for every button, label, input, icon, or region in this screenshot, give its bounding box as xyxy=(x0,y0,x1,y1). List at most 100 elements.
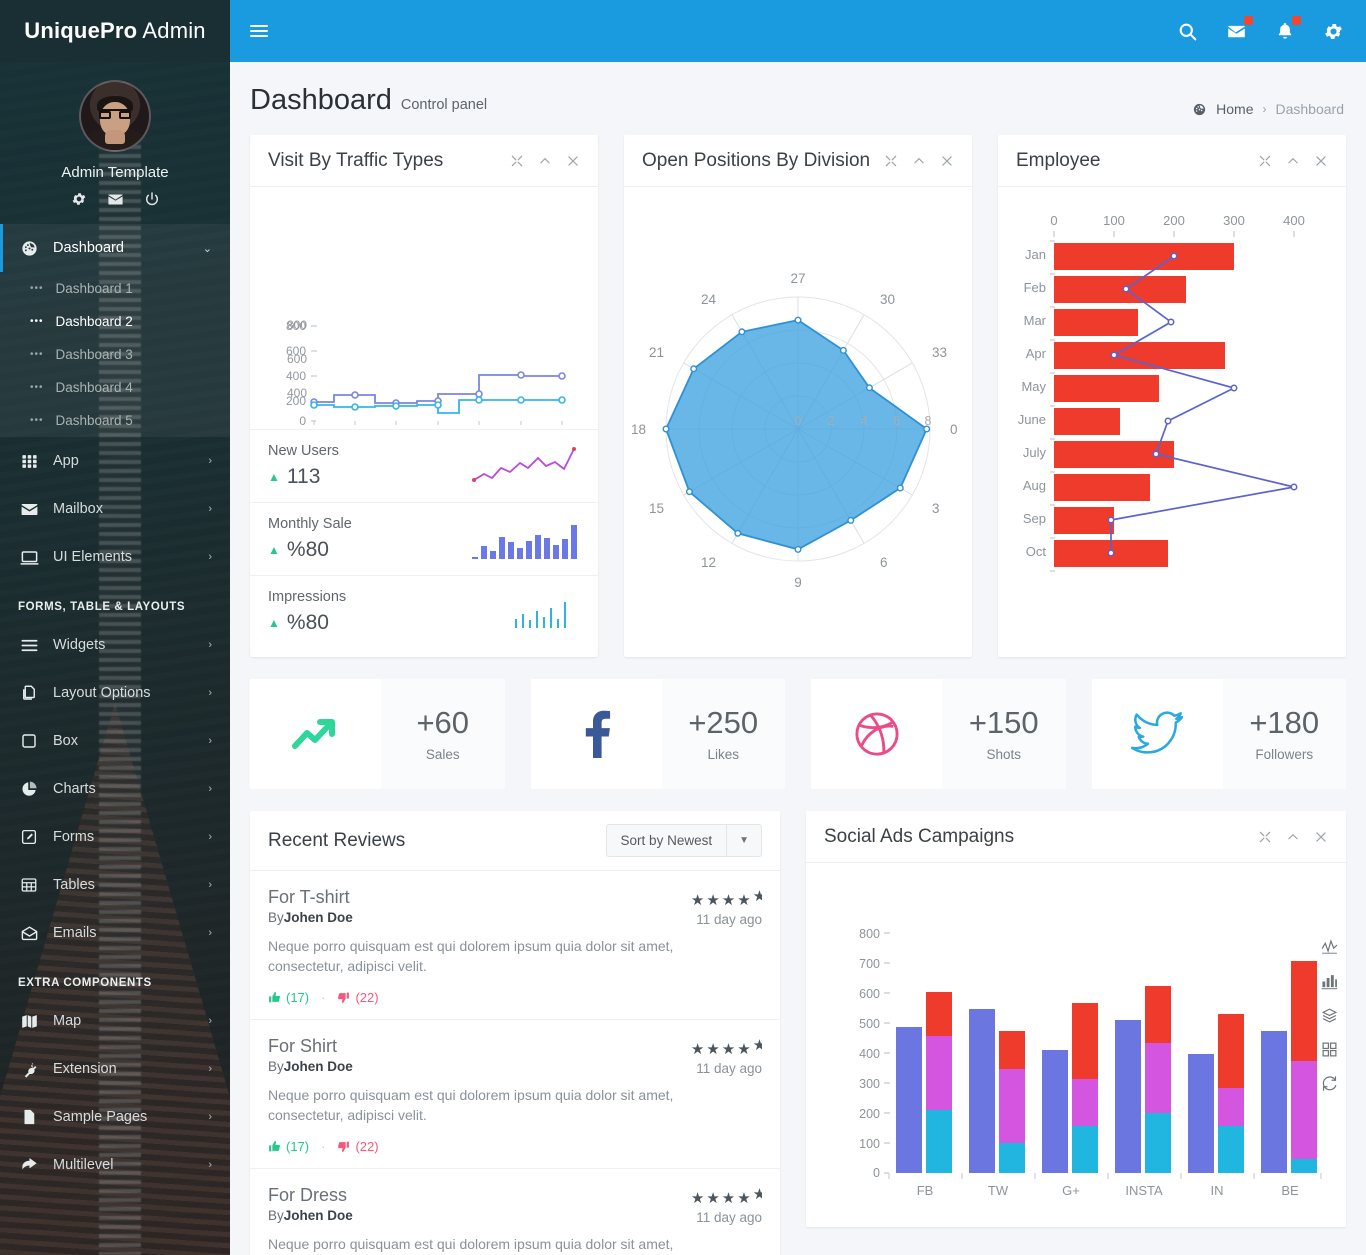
bottom-row: Recent Reviews Sort by Newest ▼ For T-sh… xyxy=(250,811,1346,1255)
sidebar-subitem-dashboard-3[interactable]: ••• Dashboard 3 xyxy=(0,338,230,371)
mail-icon[interactable] xyxy=(1226,15,1253,42)
thumbs-down-button[interactable]: (22) xyxy=(337,1139,379,1154)
review-item: For T-shirt ByJohen Doe ★★★★★ 11 day ago… xyxy=(250,871,780,1020)
sidebar-item-widgets[interactable]: Widgets › xyxy=(0,621,230,669)
sidebar-item-forms[interactable]: Forms › xyxy=(0,813,230,861)
sidebar-item-map[interactable]: Map › xyxy=(0,997,230,1045)
thumbs-up-button[interactable]: (17) xyxy=(268,1139,309,1154)
svg-text:0: 0 xyxy=(795,414,802,428)
social-tile-likes[interactable]: +250 Likes xyxy=(530,679,785,789)
bar-chart-icon[interactable] xyxy=(1321,973,1338,990)
stat-value: %80 xyxy=(286,611,329,634)
sidebar-item-multilevel[interactable]: Multilevel › xyxy=(0,1141,230,1189)
sidebar-subitem-dashboard-4[interactable]: ••• Dashboard 4 xyxy=(0,371,230,404)
social-tile-followers[interactable]: +180 Followers xyxy=(1091,679,1346,789)
svg-text:Sep: Sep xyxy=(1023,511,1046,526)
chevron-right-icon: › xyxy=(208,1063,212,1075)
social-number: +250 xyxy=(688,705,759,741)
close-icon[interactable] xyxy=(566,154,580,168)
sidebar-item-label: Layout Options xyxy=(53,685,151,701)
hamburger-icon[interactable] xyxy=(250,22,268,40)
sidebar-item-dashboard[interactable]: Dashboard ⌄ xyxy=(0,224,230,272)
line-chart-icon[interactable] xyxy=(1321,939,1338,956)
sidebar-item-tables[interactable]: Tables › xyxy=(0,861,230,909)
chevron-right-icon: › xyxy=(208,503,212,515)
social-tile-shots[interactable]: +150 Shots xyxy=(811,679,1066,789)
stat-value: 113 xyxy=(286,465,321,488)
breadcrumb-current: Dashboard xyxy=(1275,101,1345,117)
review-item: For Shirt ByJohen Doe ★★★★★ 11 day ago N… xyxy=(250,1020,780,1169)
stat-new-users: New Users ▲ 113 xyxy=(250,429,598,502)
breadcrumb-home[interactable]: Home xyxy=(1216,101,1253,117)
svg-text:200: 200 xyxy=(859,1107,880,1121)
sparkline-new-users xyxy=(470,444,580,488)
collapse-icon[interactable] xyxy=(912,154,926,168)
svg-text:FB: FB xyxy=(917,1183,934,1198)
card-title: Recent Reviews xyxy=(268,829,406,851)
sidebar-subitem-dashboard-5[interactable]: ••• Dashboard 5 xyxy=(0,404,230,437)
nav-group-dashboard: Dashboard ⌄ ••• Dashboard 1 ••• Dashboar… xyxy=(0,224,230,437)
sidebar-item-layout-options[interactable]: Layout Options › xyxy=(0,669,230,717)
thumbs-up-button[interactable]: (17) xyxy=(268,990,309,1005)
svg-text:IN: IN xyxy=(1211,1183,1224,1198)
page-header: Dashboard Control panel Home › Dashboard xyxy=(230,62,1366,135)
svg-text:3: 3 xyxy=(932,501,940,516)
file-icon xyxy=(18,1106,40,1128)
bell-icon[interactable] xyxy=(1275,16,1301,41)
collapse-icon[interactable] xyxy=(538,154,552,168)
avatar[interactable] xyxy=(79,80,151,152)
brand-logo[interactable]: UniquePro Admin xyxy=(0,0,230,62)
refresh-icon[interactable] xyxy=(1321,1075,1338,1092)
sort-dropdown[interactable]: Sort by Newest ▼ xyxy=(605,824,762,857)
collapse-icon[interactable] xyxy=(1286,830,1300,844)
svg-text:Apr: Apr xyxy=(1026,346,1047,361)
svg-text:0: 0 xyxy=(299,414,306,425)
sidebar-item-ui-elements[interactable]: UI Elements › xyxy=(0,533,230,581)
sidebar-item-emails[interactable]: Emails › xyxy=(0,909,230,957)
separator-dot: · xyxy=(321,989,326,1005)
svg-text:2: 2 xyxy=(828,414,835,428)
expand-icon[interactable] xyxy=(884,154,898,168)
mail-icon[interactable] xyxy=(107,191,124,208)
expand-icon[interactable] xyxy=(510,154,524,168)
sidebar-item-sample-pages[interactable]: Sample Pages › xyxy=(0,1093,230,1141)
expand-icon[interactable] xyxy=(1258,830,1272,844)
gear-icon[interactable] xyxy=(71,191,87,208)
sidebar-item-app[interactable]: App › xyxy=(0,437,230,485)
review-text: Neque porro quisquam est qui dolorem ips… xyxy=(268,1086,674,1123)
sidebar-subitem-dashboard-2[interactable]: ••• Dashboard 2 xyxy=(0,305,230,338)
thumbs-down-button[interactable]: (22) xyxy=(337,990,379,1005)
close-icon[interactable] xyxy=(1314,830,1328,844)
collapse-icon[interactable] xyxy=(1286,154,1300,168)
social-number: +180 xyxy=(1249,705,1320,741)
dots-icon: ••• xyxy=(30,283,44,294)
gear-icon[interactable] xyxy=(1323,21,1344,42)
social-tile-sales[interactable]: +60 Sales xyxy=(250,679,505,789)
grid-icon[interactable] xyxy=(1321,1041,1338,1058)
review-title: For T-shirt xyxy=(268,887,350,907)
sidebar-item-charts[interactable]: Charts › xyxy=(0,765,230,813)
employee-bar-chart: 0 100 200 300 400 Jan Feb Mar Apr May June July… xyxy=(998,187,1346,635)
chevron-right-icon: › xyxy=(208,455,212,467)
stacked-bar-chart-svg: 800700600 500400300 400" 2001000 xyxy=(846,927,1322,1198)
main-area: Dashboard Control panel Home › Dashboard… xyxy=(230,0,1366,1255)
sidebar-item-box[interactable]: Box › xyxy=(0,717,230,765)
chevron-right-icon: › xyxy=(208,927,212,939)
dribbble-icon xyxy=(811,679,942,789)
sidebar-item-extension[interactable]: Extension › xyxy=(0,1045,230,1093)
grid-icon xyxy=(18,450,40,472)
step-line-chart: 800 600 400 200 800 600 xyxy=(250,187,598,429)
sidebar-item-mailbox[interactable]: Mailbox › xyxy=(0,485,230,533)
svg-text:200: 200 xyxy=(1163,213,1185,228)
sidebar-subitem-dashboard-1[interactable]: ••• Dashboard 1 xyxy=(0,272,230,305)
search-icon[interactable] xyxy=(1177,21,1198,42)
stacked-chart-icon[interactable] xyxy=(1321,1007,1338,1024)
close-icon[interactable] xyxy=(1314,154,1328,168)
expand-icon[interactable] xyxy=(1258,154,1272,168)
chevron-down-icon: ⌄ xyxy=(202,242,212,255)
card-employee: Employee 0 100 200 300 400 Jan Feb Mar A… xyxy=(998,135,1346,657)
open-envelope-icon xyxy=(18,922,40,944)
close-icon[interactable] xyxy=(940,154,954,168)
sidebar-subitem-label: Dashboard 2 xyxy=(55,314,133,329)
power-icon[interactable] xyxy=(144,191,160,208)
